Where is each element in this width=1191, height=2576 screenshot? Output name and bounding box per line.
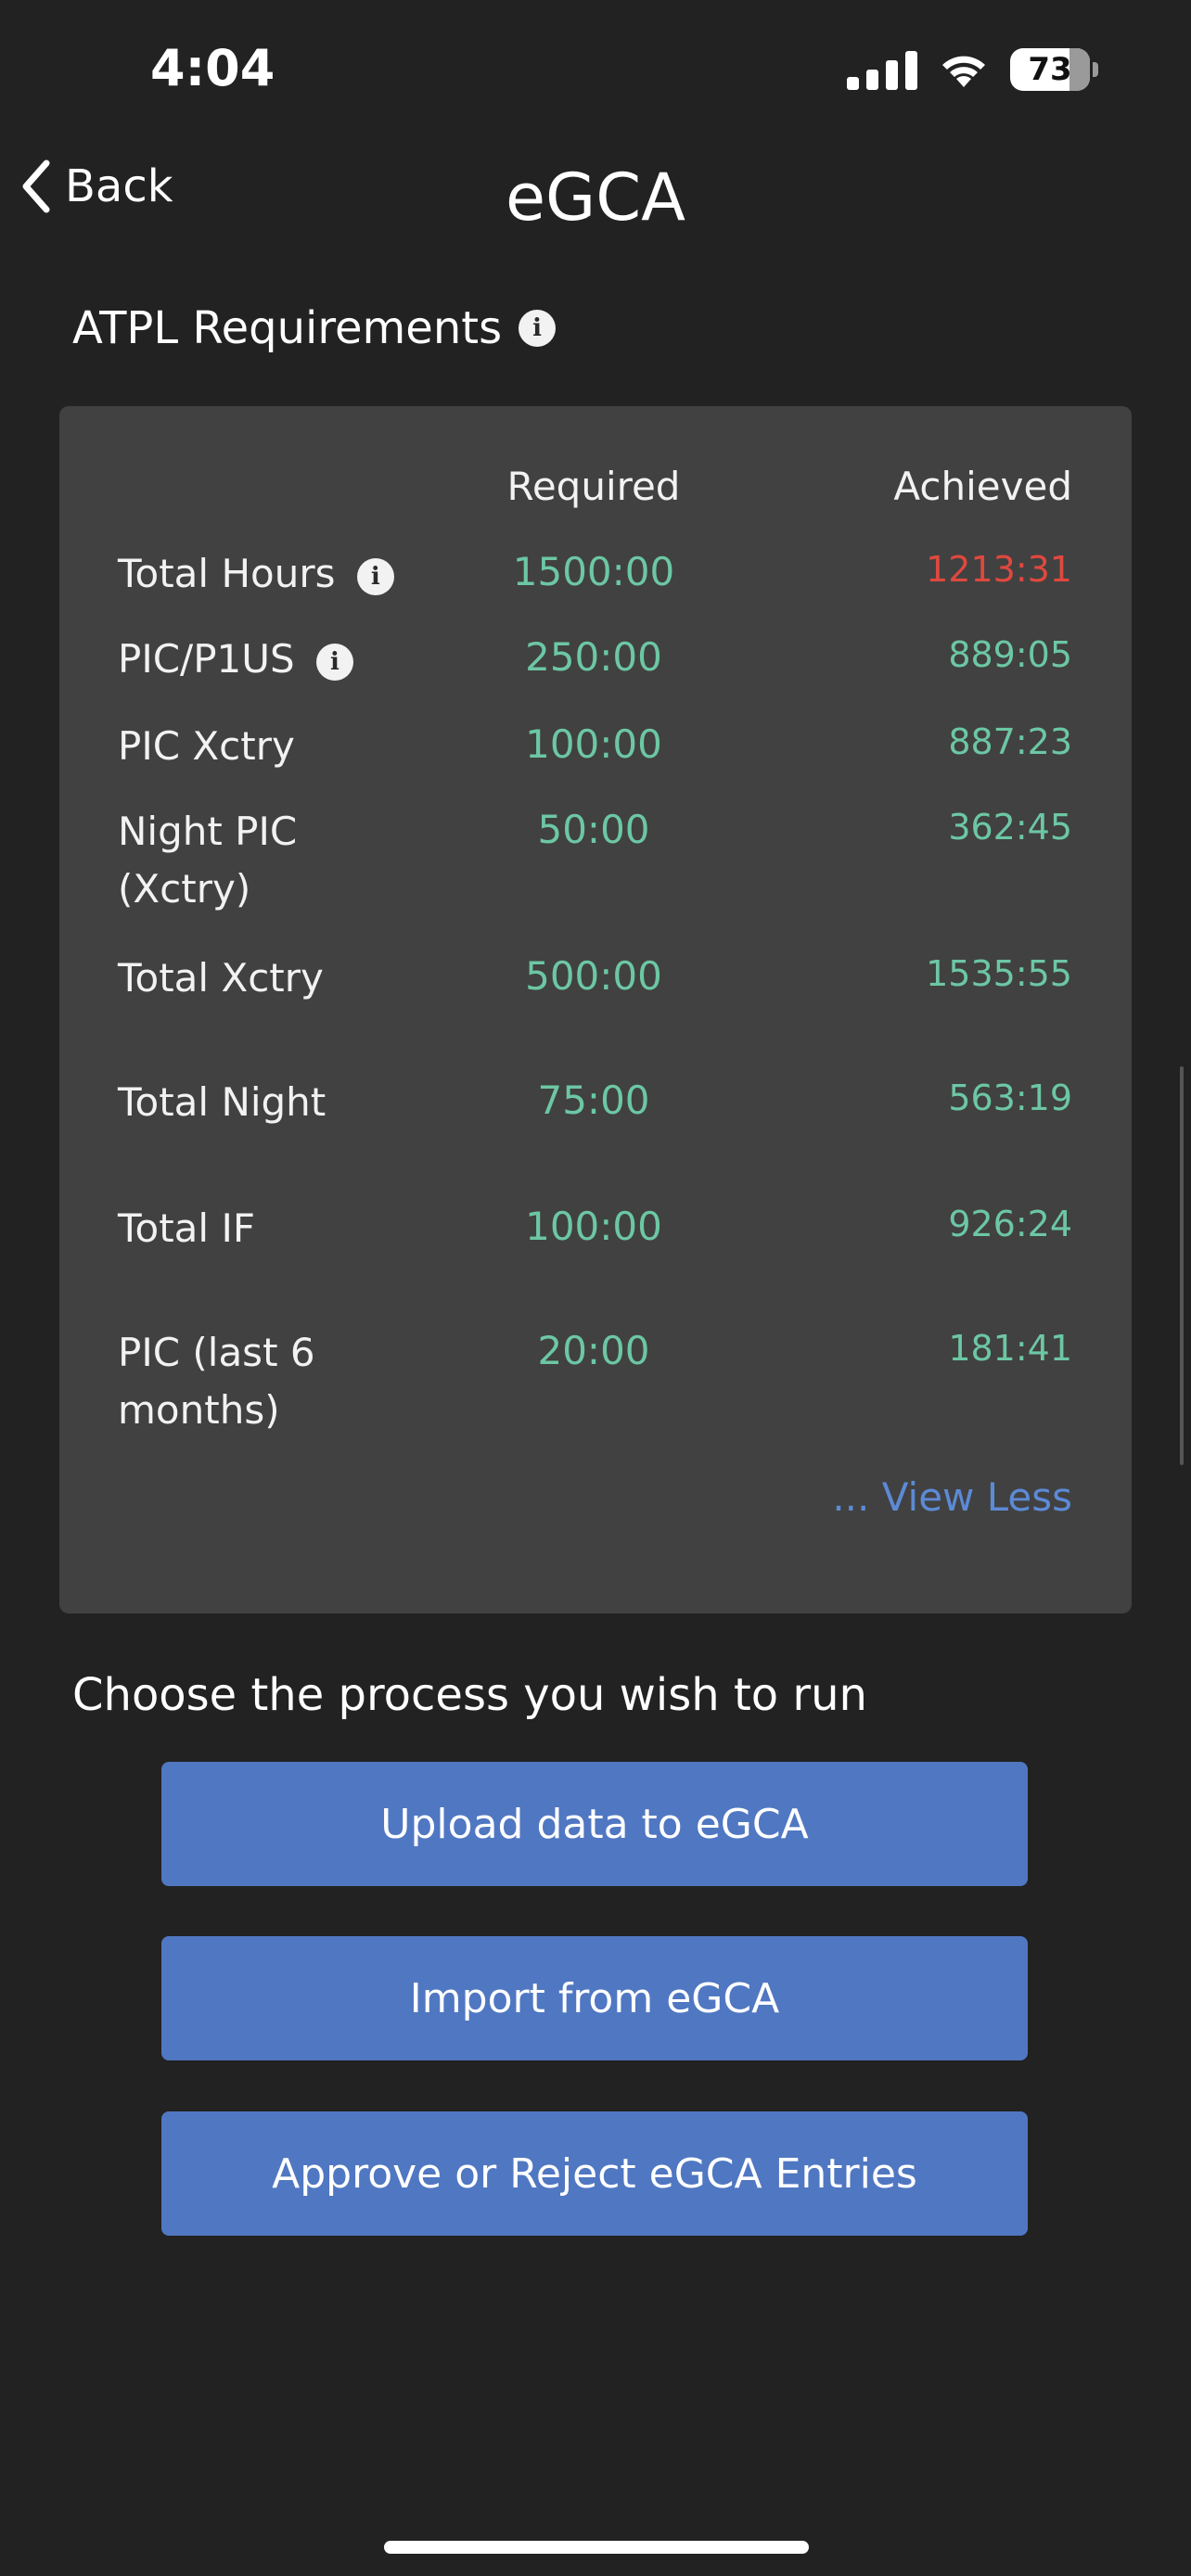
approve-reject-button[interactable]: Approve or Reject eGCA Entries <box>161 2111 1028 2236</box>
scrollbar[interactable] <box>1180 1066 1184 1465</box>
required-value: 100:00 <box>525 721 662 767</box>
row-label-pic-last-6-months: PIC (last 6 months) <box>118 1330 315 1433</box>
process-prompt: Choose the process you wish to run <box>72 1669 867 1721</box>
row-label-total-hours: Total Hours i <box>118 545 394 603</box>
achieved-value: 1535:55 <box>926 953 1072 994</box>
row-label-total-xctry: Total Xctry <box>118 955 324 1001</box>
signal-icon <box>847 49 917 90</box>
achieved-value: 926:24 <box>948 1204 1072 1244</box>
required-value: 500:00 <box>525 953 662 999</box>
required-value: 50:00 <box>537 807 650 852</box>
required-value: 1500:00 <box>512 549 675 594</box>
battery-level: 73 <box>1028 51 1072 88</box>
header-required: Required <box>506 464 681 509</box>
achieved-value: 362:45 <box>948 807 1072 848</box>
info-icon[interactable]: i <box>356 557 394 595</box>
status-time: 4:04 <box>150 39 275 97</box>
required-value: 100:00 <box>525 1204 662 1249</box>
achieved-value: 563:19 <box>948 1078 1072 1118</box>
achieved-value: 889:05 <box>948 634 1072 675</box>
battery-icon: 73 <box>1010 48 1098 91</box>
achieved-value: 887:23 <box>948 721 1072 762</box>
row-label-night-pic: Night PIC (Xctry) <box>118 809 298 912</box>
import-button[interactable]: Import from eGCA <box>161 1936 1028 2060</box>
achieved-value: 1213:31 <box>926 549 1072 590</box>
atpl-title: ATPL Requirements <box>72 302 503 354</box>
required-value: 20:00 <box>537 1328 650 1373</box>
required-value: 75:00 <box>537 1078 650 1123</box>
achieved-value: 181:41 <box>948 1328 1072 1369</box>
row-label-total-if: Total IF <box>118 1205 255 1251</box>
chevron-left-icon <box>22 159 50 213</box>
row-label-pic-xctry: PIC Xctry <box>118 723 295 769</box>
page-title: eGCA <box>505 159 686 236</box>
header-achieved: Achieved <box>893 464 1072 509</box>
row-label-pic-p1us: PIC/P1US i <box>118 631 353 688</box>
info-icon[interactable]: i <box>316 643 353 681</box>
row-label-total-night: Total Night <box>118 1079 327 1125</box>
required-value: 250:00 <box>525 634 662 680</box>
info-icon[interactable]: i <box>519 310 557 347</box>
status-icons: 73 <box>847 46 1098 93</box>
back-button[interactable]: Back <box>20 159 173 213</box>
upload-button[interactable]: Upload data to eGCA <box>161 1762 1028 1886</box>
section-title: ATPL Requirements i <box>72 302 557 354</box>
wifi-icon <box>942 56 985 87</box>
back-label: Back <box>65 160 173 212</box>
view-less-link[interactable]: ... View Less <box>832 1474 1072 1520</box>
home-indicator[interactable] <box>384 2541 809 2554</box>
